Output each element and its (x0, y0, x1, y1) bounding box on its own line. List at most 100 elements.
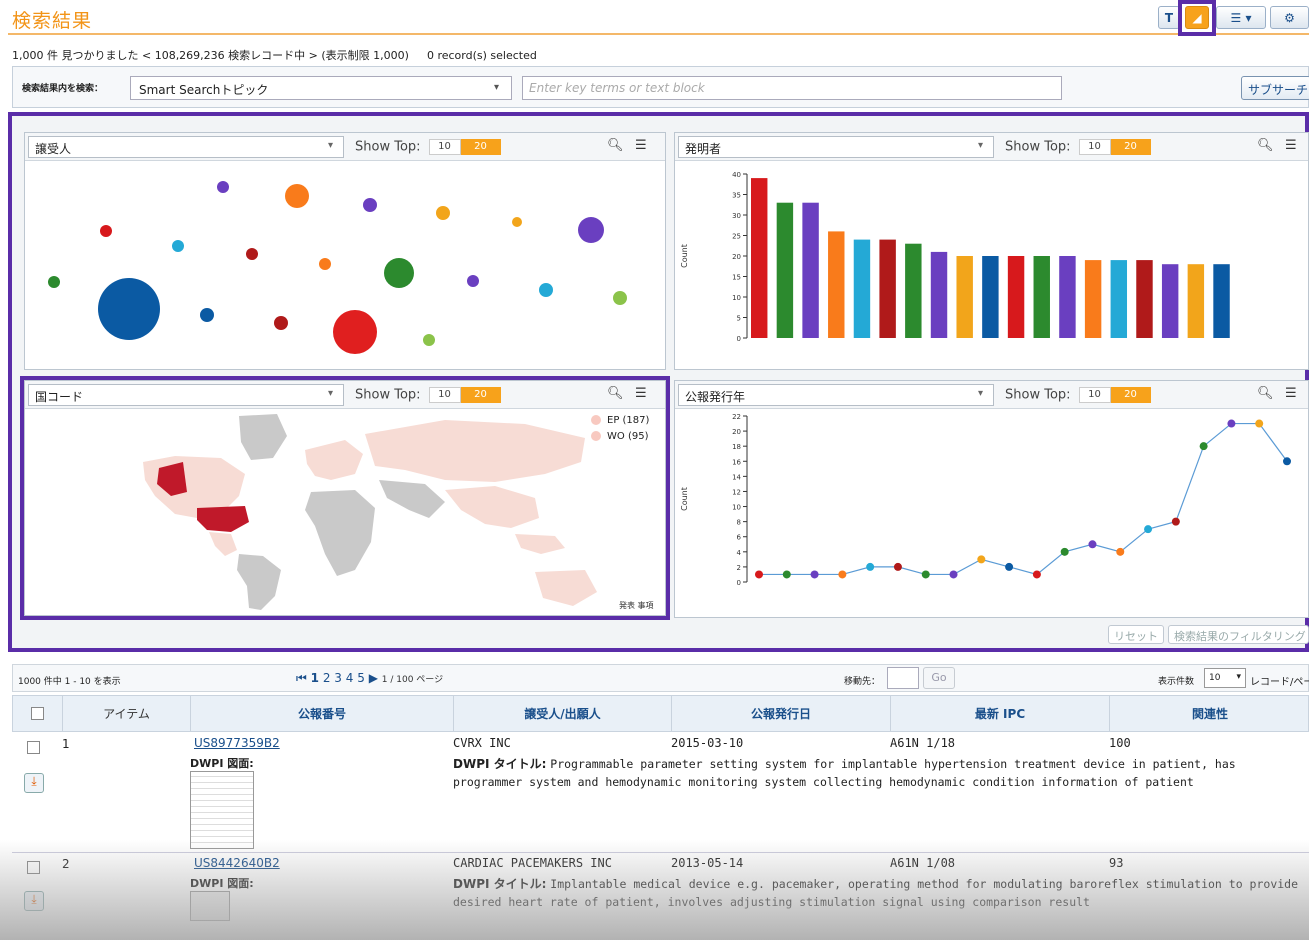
bubble-mark[interactable] (384, 258, 414, 288)
patent-drawing-thumbnail[interactable] (190, 891, 230, 921)
country-panel-header: 国コード Show Top: 1020 🔍︎ ☰ (25, 381, 665, 409)
pdf-icon[interactable]: ⤓ (24, 891, 44, 911)
zoom-icon[interactable]: 🔍︎ (1257, 386, 1274, 401)
col-patent-number[interactable]: 公報番号 (191, 696, 454, 731)
menu-icon[interactable]: ☰ (635, 386, 647, 401)
line-point (1171, 517, 1180, 526)
goto-input[interactable] (887, 667, 919, 689)
gear-icon: ⚙ (1284, 10, 1295, 25)
legend-item[interactable]: EP (187) (591, 413, 649, 429)
col-assignee[interactable]: 譲受人/出願人 (454, 696, 672, 731)
pdf-icon[interactable]: ⤓ (24, 773, 44, 793)
show-top-20[interactable]: 20 (460, 139, 501, 155)
first-page-icon[interactable]: ⏮ (296, 671, 307, 685)
settings-menu-button[interactable]: ⚙ (1270, 6, 1309, 29)
patent-link[interactable]: US8442640B2 (194, 856, 280, 870)
filter-results-button[interactable]: 検索結果のフィルタリング (1168, 625, 1309, 644)
show-top-10[interactable]: 10 (1078, 387, 1111, 403)
bubble-mark[interactable] (363, 198, 377, 212)
dwpi-title-text: Programmable parameter setting system fo… (453, 757, 1236, 789)
filter-button[interactable]: T (1158, 6, 1180, 29)
bubble-mark[interactable] (100, 225, 112, 237)
bar-mark (776, 202, 794, 338)
search-type-select[interactable]: Smart Searchトピック (130, 76, 512, 100)
bubble-mark[interactable] (423, 334, 435, 346)
row-checkbox[interactable] (27, 741, 40, 754)
col-item[interactable]: アイテム (63, 696, 191, 731)
country-show-top: Show Top: 10 20 (355, 387, 501, 403)
next-page-icon[interactable]: ▶ (369, 671, 378, 685)
select-all-checkbox[interactable] (31, 707, 44, 720)
legend-label: EP (187) (607, 415, 650, 426)
bubble-mark[interactable] (539, 283, 553, 297)
bubble-mark[interactable] (285, 184, 309, 208)
bubble-mark[interactable] (172, 240, 184, 252)
series-line (759, 422, 1288, 576)
col-relevance[interactable]: 関連性 (1110, 696, 1309, 731)
view-icon: ☰ (1230, 10, 1242, 25)
show-top-20[interactable]: 20 (1110, 387, 1151, 403)
y-tick-label: 20 (732, 253, 741, 261)
show-top-10[interactable]: 10 (1078, 139, 1111, 155)
show-top-20[interactable]: 20 (1110, 139, 1151, 155)
inventor-field-select[interactable]: 発明者 (678, 136, 994, 158)
reset-button[interactable]: リセット (1108, 625, 1164, 644)
subsearch-button[interactable]: サブサーチ (1241, 76, 1309, 100)
legend-item[interactable]: WO (95) (591, 429, 649, 445)
col-ipc[interactable]: 最新 IPC (891, 696, 1110, 731)
bubble-mark[interactable] (217, 181, 229, 193)
bar-mark (828, 231, 845, 338)
zoom-icon[interactable]: 🔍︎ (607, 386, 624, 401)
bubble-mark[interactable] (274, 316, 288, 330)
table-row: 2 ⤓ US8442640B2 DWPI 図面: CARDIAC PACEMAK… (12, 853, 1309, 940)
bubble-mark[interactable] (613, 291, 627, 305)
show-top-label: Show Top: (355, 139, 421, 155)
bar-mark (1084, 260, 1102, 338)
page-link-4[interactable]: 4 (346, 671, 354, 685)
bubble-mark[interactable] (467, 275, 479, 287)
bubble-mark[interactable] (512, 217, 522, 227)
show-top-label: Show Top: (355, 387, 421, 403)
show-top-10[interactable]: 10 (428, 387, 461, 403)
bubble-mark[interactable] (578, 217, 604, 243)
col-pub-date[interactable]: 公報発行日 (672, 696, 891, 731)
view-menu-button[interactable]: ☰ ▾ (1216, 6, 1266, 29)
bubble-mark[interactable] (436, 206, 450, 220)
year-field-select[interactable]: 公報発行年 (678, 384, 994, 406)
menu-icon[interactable]: ☰ (1285, 386, 1297, 401)
menu-icon[interactable]: ☰ (635, 138, 647, 153)
year-panel: 公報発行年 Show Top:1020 🔍︎ ☰ 024681012141618… (674, 380, 1309, 618)
page-link-2[interactable]: 2 (323, 671, 331, 685)
year-line-chart: 0 2 4 6 8 10 12 14 16 18 20 22 Count (680, 413, 1291, 587)
bubble-mark[interactable] (319, 258, 331, 270)
dwpi-title-text: Implantable medical device e.g. pacemake… (453, 877, 1299, 909)
country-panel: 国コード Show Top: 1020 🔍︎ ☰ EP (187) WO (95)… (24, 380, 666, 616)
bar-mark (930, 251, 948, 338)
bubble-mark[interactable] (48, 276, 60, 288)
chart-view-button[interactable]: ◢ (1185, 6, 1209, 29)
bubble-mark[interactable] (246, 248, 258, 260)
page-link-1[interactable]: 1 (311, 671, 319, 685)
zoom-icon[interactable]: 🔍︎ (1257, 138, 1274, 153)
line-point (893, 562, 902, 571)
dwpi-title: DWPI タイトル: Implantable medical device e.… (453, 875, 1303, 911)
per-page-select[interactable]: 10 ▾ (1204, 668, 1246, 688)
show-top-20[interactable]: 20 (460, 387, 501, 403)
patent-link[interactable]: US8977359B2 (194, 736, 280, 750)
page-link-5[interactable]: 5 (357, 671, 365, 685)
page-link-3[interactable]: 3 (334, 671, 342, 685)
show-top-10[interactable]: 10 (428, 139, 461, 155)
search-input[interactable]: Enter key terms or text block (522, 76, 1062, 100)
row-checkbox[interactable] (27, 861, 40, 874)
assignee-field-select[interactable]: 譲受人 (28, 136, 344, 158)
world-map (143, 414, 597, 610)
zoom-icon[interactable]: 🔍︎ (607, 138, 624, 153)
patent-drawing-thumbnail[interactable] (190, 771, 254, 849)
bubble-mark[interactable] (98, 278, 160, 340)
go-button[interactable]: Go (923, 667, 955, 689)
bubble-mark[interactable] (200, 308, 214, 322)
bubble-mark[interactable] (333, 310, 377, 354)
results-count: 1000 件中 1 - 10 を表示 (18, 677, 121, 687)
country-field-select[interactable]: 国コード (28, 384, 344, 406)
menu-icon[interactable]: ☰ (1285, 138, 1297, 153)
